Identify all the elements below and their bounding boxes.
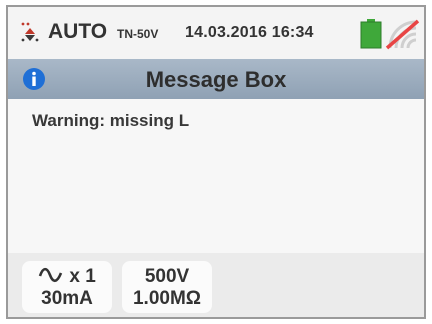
insulation-parameter[interactable]: 500V 1.00MΩ — [122, 261, 212, 313]
date-time: 14.03.2016 16:34 — [185, 24, 314, 41]
message-area: Warning: missing L — [8, 99, 424, 253]
wireless-disabled-icon — [385, 19, 420, 50]
system-type-label: TN-50V — [117, 27, 159, 41]
page-title: Message Box — [145, 67, 287, 92]
rcd-current-parameter[interactable]: x 1 30mA — [22, 261, 112, 313]
status-bar: AUTO TN-50V 14.03.2016 16:34 — [8, 7, 424, 59]
mode-label: AUTO — [48, 20, 108, 43]
battery-full-icon — [360, 19, 382, 49]
warning-message: Warning: missing L — [32, 111, 190, 130]
multiplier-value: x 1 — [69, 266, 96, 287]
multiplier-line: x 1 — [22, 266, 112, 288]
title-bar: Message Box — [8, 59, 424, 99]
test-voltage-value: 500V — [144, 266, 190, 287]
instrument-screen: AUTO TN-50V 14.03.2016 16:34 Message Box… — [6, 5, 426, 319]
resistance-limit-value: 1.00MΩ — [132, 288, 202, 309]
current-value: 30mA — [41, 288, 93, 309]
ac-wave-icon — [38, 267, 63, 283]
parameter-bar: x 1 30mA 500V 1.00MΩ — [8, 253, 424, 317]
auto-mode-icon — [21, 22, 39, 42]
